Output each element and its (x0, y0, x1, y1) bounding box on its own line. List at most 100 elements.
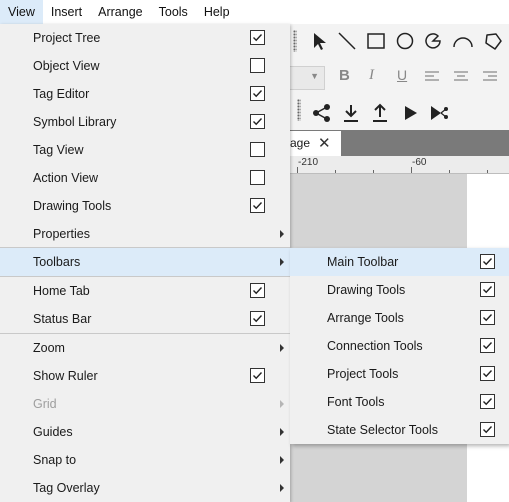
submenu-item-drawing-tools[interactable]: Drawing Tools (290, 276, 509, 304)
checkbox[interactable] (480, 366, 495, 381)
menu-item-label: Properties (33, 227, 90, 241)
menu-item-label: Tag Overlay (33, 481, 100, 495)
checkbox[interactable] (250, 86, 265, 101)
submenu-arrow-icon (280, 344, 284, 352)
menu-item-label: Guides (33, 425, 73, 439)
play-icon[interactable] (403, 104, 419, 122)
checkbox[interactable] (250, 170, 265, 185)
rectangle-icon[interactable] (366, 31, 386, 51)
checkbox[interactable] (250, 311, 265, 326)
menu-item-label: Project Tree (33, 31, 101, 45)
menu-item-label: Home Tab (33, 284, 90, 298)
menu-item-drawing-tools[interactable]: Drawing Tools (0, 192, 290, 220)
ellipse-icon[interactable] (395, 31, 415, 51)
close-icon[interactable]: ✕ (318, 131, 331, 156)
arc-icon[interactable] (452, 31, 474, 51)
menu-help[interactable]: Help (196, 0, 238, 24)
document-tab[interactable]: age ✕ (290, 131, 341, 156)
menu-item-show-ruler[interactable]: Show Ruler (0, 362, 290, 390)
menu-tools[interactable]: Tools (151, 0, 196, 24)
submenu-arrow-icon (280, 456, 284, 464)
menu-item-tag-overlay[interactable]: Tag Overlay (0, 474, 290, 502)
menu-item-toolbars[interactable]: Toolbars (0, 248, 290, 276)
checkbox[interactable] (250, 283, 265, 298)
menu-item-label: Status Bar (33, 312, 92, 326)
checkbox[interactable] (250, 142, 265, 157)
menu-item-label: Action View (33, 171, 99, 185)
menu-item-zoom[interactable]: Zoom (0, 334, 290, 362)
horizontal-ruler: -210 -60 (290, 156, 509, 174)
menu-insert[interactable]: Insert (43, 0, 90, 24)
checkbox[interactable] (250, 198, 265, 213)
menu-item-action-view[interactable]: Action View (0, 164, 290, 192)
menu-item-label: Tag View (33, 143, 84, 157)
submenu-item-label: Project Tools (327, 367, 399, 381)
menu-item-status-bar[interactable]: Status Bar (0, 305, 290, 333)
italic-icon[interactable]: I (369, 67, 374, 84)
menu-item-snap-to[interactable]: Snap to (0, 446, 290, 474)
menu-item-guides[interactable]: Guides (0, 418, 290, 446)
menu-item-tag-view[interactable]: Tag View (0, 136, 290, 164)
upload-icon[interactable] (370, 103, 390, 123)
underline-icon[interactable]: U (397, 67, 407, 83)
select-arrow-icon[interactable] (310, 31, 330, 51)
menu-item-label: Grid (33, 397, 57, 411)
menu-item-tag-editor[interactable]: Tag Editor (0, 80, 290, 108)
checkbox[interactable] (480, 310, 495, 325)
pie-icon[interactable] (423, 31, 443, 51)
checkbox[interactable] (250, 58, 265, 73)
menu-separator (0, 247, 290, 248)
menu-view[interactable]: View (0, 0, 43, 24)
line-icon[interactable] (337, 31, 357, 51)
submenu-item-label: Font Tools (327, 395, 385, 409)
menu-item-object-view[interactable]: Object View (0, 52, 290, 80)
ruler-label: -60 (412, 157, 427, 168)
menu-item-label: Drawing Tools (33, 199, 112, 213)
submenu-item-state-selector-tools[interactable]: State Selector Tools (290, 416, 509, 444)
menu-item-home-tab[interactable]: Home Tab (0, 277, 290, 305)
submenu-item-label: Connection Tools (327, 339, 423, 353)
download-icon[interactable] (341, 103, 361, 123)
submenu-arrow-icon (280, 484, 284, 492)
menu-item-label: Tag Editor (33, 87, 90, 101)
checkbox[interactable] (480, 338, 495, 353)
submenu-arrow-icon (280, 428, 284, 436)
submenu-item-label: Main Toolbar (327, 255, 399, 269)
toolbar-grip[interactable] (297, 99, 301, 121)
menu-item-label: Symbol Library (33, 115, 117, 129)
checkbox[interactable] (250, 30, 265, 45)
submenu-item-main-toolbar[interactable]: Main Toolbar (290, 248, 509, 276)
toolbars-submenu: Main Toolbar Drawing Tools Arrange Tools Co… (290, 248, 509, 444)
checkbox[interactable] (480, 254, 495, 269)
bold-icon[interactable]: B (339, 67, 350, 84)
submenu-item-arrange-tools[interactable]: Arrange Tools (290, 304, 509, 332)
align-center-icon[interactable] (453, 70, 469, 84)
checkbox[interactable] (250, 114, 265, 129)
submenu-item-font-tools[interactable]: Font Tools (290, 388, 509, 416)
connection-icon[interactable] (429, 103, 451, 123)
menu-item-symbol-library[interactable]: Symbol Library (0, 108, 290, 136)
menu-arrange[interactable]: Arrange (90, 0, 150, 24)
checkbox[interactable] (480, 282, 495, 297)
polygon-icon[interactable] (483, 31, 503, 51)
submenu-arrow-icon (280, 230, 284, 238)
menu-item-properties[interactable]: Properties (0, 220, 290, 248)
submenu-item-project-tools[interactable]: Project Tools (290, 360, 509, 388)
view-dropdown-menu: Project Tree Object View Tag Editor Symbol … (0, 24, 290, 502)
submenu-item-label: Drawing Tools (327, 283, 406, 297)
submenu-arrow-icon (280, 400, 284, 408)
checkbox[interactable] (480, 394, 495, 409)
checkbox[interactable] (480, 422, 495, 437)
font-size-select[interactable]: ▼ (290, 66, 325, 90)
align-left-icon[interactable] (424, 70, 440, 84)
menu-item-label: Zoom (33, 341, 65, 355)
submenu-item-label: Arrange Tools (327, 311, 404, 325)
checkbox[interactable] (250, 368, 265, 383)
share-icon[interactable] (312, 103, 332, 123)
menu-item-grid: Grid (0, 390, 290, 418)
submenu-item-connection-tools[interactable]: Connection Tools (290, 332, 509, 360)
toolbar-grip[interactable] (293, 30, 297, 52)
menu-item-project-tree[interactable]: Project Tree (0, 24, 290, 52)
align-right-icon[interactable] (482, 70, 498, 84)
menu-item-label: Show Ruler (33, 369, 98, 383)
